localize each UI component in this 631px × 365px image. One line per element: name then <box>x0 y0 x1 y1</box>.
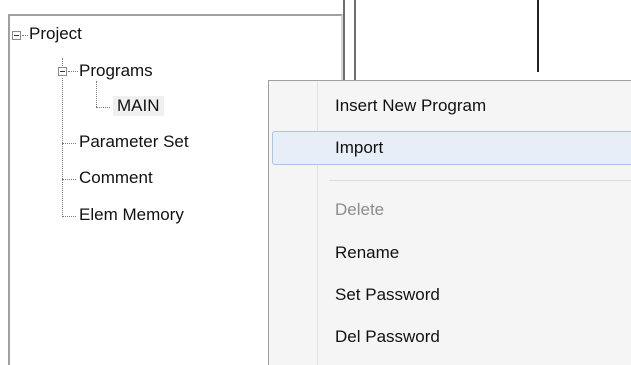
tree-connector <box>22 35 28 36</box>
tree-item-project[interactable]: Project <box>29 24 82 44</box>
tree-connector <box>62 78 63 217</box>
editor-divider <box>537 0 539 72</box>
menu-separator <box>329 180 631 181</box>
menu-item-rename[interactable]: Rename <box>272 236 631 270</box>
menu-item-insert-new-program[interactable]: Insert New Program <box>272 89 631 123</box>
collapse-programs-icon[interactable] <box>58 67 67 76</box>
menu-item-label: Delete <box>335 200 385 219</box>
tree-connector <box>96 81 97 107</box>
tree-connector <box>96 107 110 108</box>
tree-connector <box>62 216 76 217</box>
app-window: Project Programs MAIN Parameter Set Comm… <box>0 0 631 365</box>
menu-item-label: Del Password <box>335 327 440 346</box>
menu-item-del-password[interactable]: Del Password <box>272 320 631 354</box>
menu-item-delete: Delete <box>272 193 631 227</box>
tree-connector <box>62 179 76 180</box>
menu-item-label: Set Password <box>335 285 440 304</box>
tree-item-programs[interactable]: Programs <box>79 61 153 81</box>
tree-item-main[interactable]: MAIN <box>113 96 164 116</box>
tree-connector <box>62 143 76 144</box>
menu-item-label: Import <box>335 138 384 157</box>
collapse-project-icon[interactable] <box>12 31 21 40</box>
context-menu: Insert New Program Import Delete Rename … <box>268 80 631 365</box>
tree-item-comment[interactable]: Comment <box>79 168 153 188</box>
tree-item-parameter-set[interactable]: Parameter Set <box>79 132 189 152</box>
tree-item-elem-memory[interactable]: Elem Memory <box>79 205 184 225</box>
menu-item-label: Rename <box>335 243 400 262</box>
tree-connector <box>68 71 78 72</box>
menu-item-label: Insert New Program <box>335 96 487 115</box>
menu-item-import[interactable]: Import <box>272 131 631 165</box>
menu-item-set-password[interactable]: Set Password <box>272 278 631 312</box>
